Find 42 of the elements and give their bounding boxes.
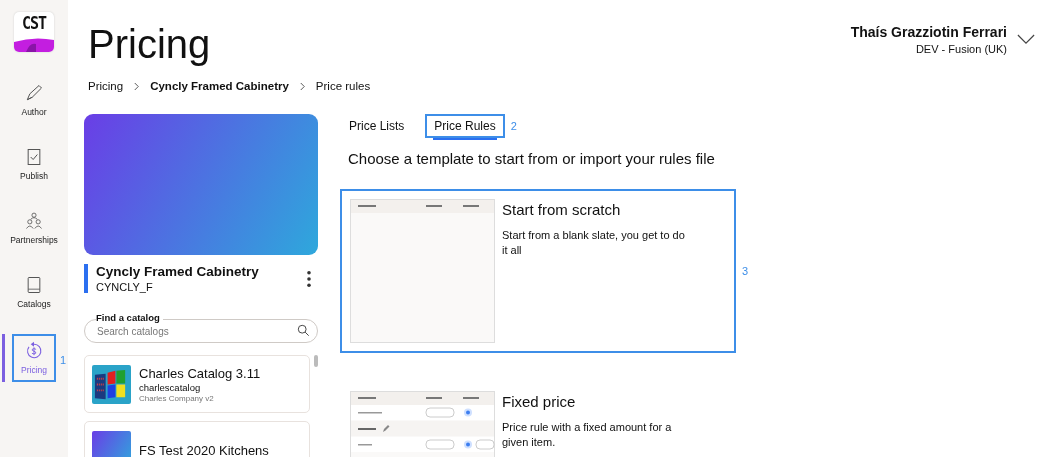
annotation-number: 1: [59, 354, 66, 366]
app-logo[interactable]: CST: [14, 12, 54, 52]
breadcrumb-link[interactable]: Pricing: [88, 80, 124, 92]
tab[interactable]: Price Lists: [340, 114, 414, 138]
nav-item[interactable]: Author: [5, 78, 63, 122]
company-name: Charles Company v2: [139, 393, 215, 403]
template-title: Start from scratch: [502, 201, 622, 218]
nav-item[interactable]: Publish: [5, 142, 63, 186]
breadcrumb-link[interactable]: Price rules: [315, 80, 371, 92]
nav-item[interactable]: Partnerships: [5, 206, 63, 250]
template-card[interactable]: Fixed price Price rule with a fixed amount for a given item.: [340, 381, 736, 457]
breadcrumb-link[interactable]: Cyncly Framed Cabinetry: [150, 80, 289, 92]
annotation-number: 2: [510, 120, 517, 132]
user-name: Thaís Grazziotin Ferrari: [850, 24, 1007, 40]
search-icon[interactable]: [297, 324, 310, 337]
nav-item[interactable]: Catalogs: [5, 270, 63, 314]
page-title: Pricing: [88, 21, 211, 68]
organization-name: DEV - Fusion (UK): [915, 43, 1007, 55]
dollar-cycle-icon: [24, 341, 44, 361]
search-label: Find a catalog: [96, 312, 163, 323]
template-description: Price rule with a fixed amount for a given item.: [502, 420, 673, 450]
tab[interactable]: Price Rules: [425, 114, 505, 138]
annotation-number: 3: [742, 265, 749, 277]
template-title: Fixed price: [502, 393, 577, 410]
section-heading: Choose a template to start from or import your rules file: [348, 150, 716, 167]
chevron-right-icon: [298, 81, 306, 91]
catalog-card[interactable]: FS Test 2020 Kitchens: [84, 421, 310, 457]
pen-icon: [24, 83, 44, 103]
catalog-title: FS Test 2020 Kitchens: [139, 442, 269, 457]
catalog-card[interactable]: Charles Catalog 3.11 charlescatalog Charles Company v2: [84, 355, 310, 413]
logo-text: CST: [21, 12, 47, 36]
template-description: Start from a blank slate, you get to do it all: [502, 228, 686, 258]
people-icon: [24, 211, 44, 231]
catalog-code: charlescatalog: [139, 381, 202, 393]
template-card[interactable]: Start from scratch Start from a blank slate, you get to do it all: [340, 189, 736, 353]
logo-band-icon: [14, 38, 54, 52]
chevron-right-icon: [133, 81, 141, 91]
catalog-code: CYNCLY_F: [96, 281, 154, 293]
catalog-title: Charles Catalog 3.11: [139, 365, 261, 381]
catalog-name: Cyncly Framed Cabinetry: [96, 264, 259, 279]
more-icon[interactable]: [306, 269, 312, 288]
chevron-down-icon[interactable]: [1017, 34, 1035, 45]
